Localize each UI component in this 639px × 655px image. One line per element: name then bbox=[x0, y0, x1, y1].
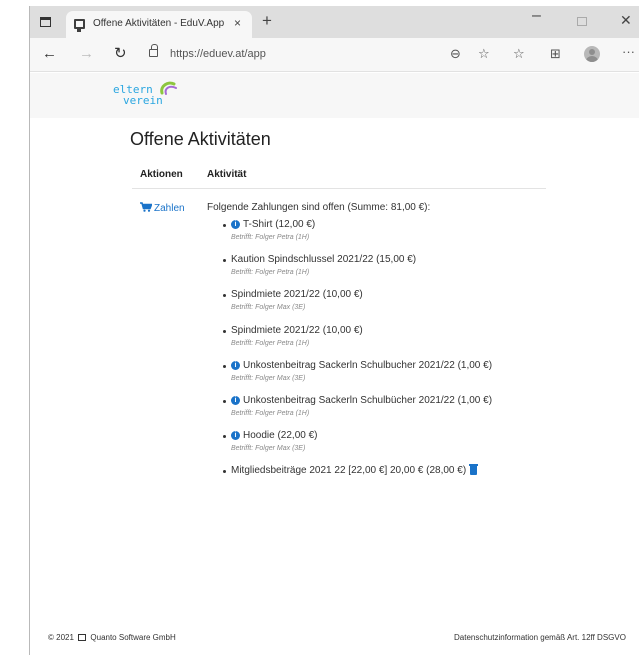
bullet bbox=[223, 364, 226, 368]
payment-item-label: Hoodie (22,00 €) bbox=[243, 430, 318, 442]
browser-tab[interactable]: Offene Aktivitäten - EduV.App × bbox=[66, 11, 252, 38]
window-icon[interactable] bbox=[40, 17, 51, 27]
cart-icon bbox=[140, 202, 152, 212]
payment-item-label: Spindmiete 2021/22 (10,00 €) bbox=[231, 289, 363, 301]
minimize-icon[interactable]: – bbox=[532, 8, 541, 24]
add-favorite-icon[interactable]: ☆ bbox=[478, 47, 490, 61]
payment-item-label: Kaution Spindschlussel 2021/22 (15,00 €) bbox=[231, 254, 417, 266]
privacy-link[interactable]: Datenschutzinformation gemäß Art. 12ff D… bbox=[454, 633, 626, 642]
bullet bbox=[223, 224, 226, 227]
info-icon[interactable]: i bbox=[231, 395, 240, 405]
bullet bbox=[223, 399, 226, 403]
payment-item-label: Unkostenbeitrag Sackerln Schulbücher 202… bbox=[243, 394, 493, 406]
favorites-icon[interactable]: ☆ bbox=[513, 47, 525, 61]
copyright-text: © 2021 bbox=[48, 633, 74, 642]
close-icon[interactable]: ✕ bbox=[620, 12, 632, 28]
page-title: Offene Aktivitäten bbox=[130, 129, 271, 149]
bullet bbox=[223, 470, 226, 474]
new-tab-icon[interactable]: + bbox=[262, 12, 272, 30]
table-header-divider bbox=[132, 188, 546, 189]
zoom-icon[interactable]: ⊖ bbox=[450, 47, 461, 61]
tab-close-icon[interactable]: × bbox=[234, 16, 241, 30]
footer-copyright: © 2021 Quanto Software GmbH bbox=[48, 633, 176, 642]
collections-icon[interactable]: ⊞ bbox=[550, 47, 561, 61]
logo-text-line2: verein bbox=[123, 94, 163, 107]
more-icon[interactable]: ··· bbox=[622, 45, 635, 59]
address-toolbar: ← → ↻ https://eduev.at/app ⊖ ☆ ☆ ⊞ ··· bbox=[30, 38, 639, 72]
payment-item-affects: Betrifft: Folger Max (3E) bbox=[231, 304, 306, 312]
company-logo-icon bbox=[78, 634, 87, 641]
favicon-icon bbox=[74, 19, 85, 32]
payment-item-label: T-Shirt (12,00 €) bbox=[243, 219, 316, 230]
reload-icon[interactable]: ↻ bbox=[114, 46, 127, 62]
info-icon[interactable]: i bbox=[231, 360, 240, 370]
info-icon[interactable]: i bbox=[231, 431, 240, 441]
site-header: eltern verein bbox=[30, 73, 639, 118]
maximize-icon[interactable] bbox=[577, 17, 587, 26]
browser-window: Offene Aktivitäten - EduV.App × + – ✕ ← … bbox=[29, 6, 639, 655]
pay-button[interactable]: Zahlen bbox=[140, 202, 185, 214]
bullet bbox=[223, 329, 226, 333]
column-header-activity: Aktivität bbox=[207, 169, 247, 180]
column-header-actions: Aktionen bbox=[140, 169, 183, 180]
trash-icon[interactable] bbox=[469, 464, 478, 476]
site-logo[interactable]: eltern verein bbox=[113, 84, 163, 106]
profile-avatar[interactable] bbox=[584, 46, 600, 62]
payment-item-affects: Betrifft: Folger Petra (1H) bbox=[231, 409, 310, 417]
payment-item-affects: Betrifft: Folger Petra (1H) bbox=[231, 269, 310, 277]
forward-arrow-icon[interactable]: → bbox=[79, 46, 94, 62]
back-arrow-icon[interactable]: ← bbox=[42, 46, 57, 62]
payment-item-affects: Betrifft: Folger Max (3E) bbox=[231, 374, 306, 382]
payment-item-affects: Betrifft: Folger Petra (1H) bbox=[231, 234, 310, 241]
payment-item-label: Mitgliedsbeiträge 2021 22 [22,00 €] 20,0… bbox=[231, 465, 467, 477]
open-payments-summary: Folgende Zahlungen sind offen (Summe: 81… bbox=[207, 202, 431, 213]
lock-icon[interactable] bbox=[149, 44, 158, 57]
bullet bbox=[223, 259, 226, 263]
logo-swirl-icon bbox=[160, 81, 177, 95]
address-input[interactable]: https://eduev.at/app bbox=[170, 48, 266, 60]
pay-button-label: Zahlen bbox=[154, 203, 185, 214]
payment-item-label: Spindmiete 2021/22 (10,00 €) bbox=[231, 324, 363, 336]
company-name: Quanto Software GmbH bbox=[90, 633, 176, 642]
bullet bbox=[223, 294, 226, 298]
payment-item-affects: Betrifft: Folger Petra (1H) bbox=[231, 339, 310, 347]
tab-title: Offene Aktivitäten - EduV.App bbox=[93, 18, 225, 29]
bullet bbox=[223, 435, 226, 439]
payment-item-label: Unkostenbeitrag Sackerln Schulbucher 202… bbox=[243, 359, 493, 371]
info-icon[interactable]: i bbox=[231, 220, 240, 229]
payment-item-affects: Betrifft: Folger Max (3E) bbox=[231, 445, 306, 453]
tab-strip: Offene Aktivitäten - EduV.App × + – ✕ bbox=[30, 6, 639, 38]
